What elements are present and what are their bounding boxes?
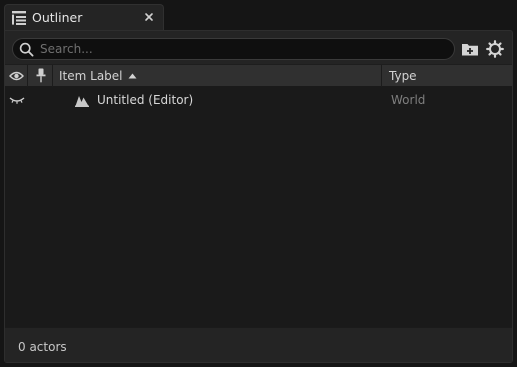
eye-closed-icon[interactable]: [9, 94, 25, 106]
actor-count: 0 actors: [18, 340, 67, 354]
column-item-label[interactable]: Item Label: [53, 65, 382, 87]
column-header: Item Label Type: [5, 64, 512, 87]
world-level-icon: [75, 96, 89, 107]
tab-outliner[interactable]: Outliner: [4, 4, 164, 31]
sort-ascending-icon: [128, 73, 137, 79]
add-folder-icon[interactable]: [460, 39, 480, 59]
row-type: World: [391, 93, 426, 107]
column-pin[interactable]: [28, 65, 53, 87]
pin-icon: [36, 68, 46, 83]
outliner-window: Outliner Search... Item Label Type Untit…: [0, 0, 517, 367]
column-item-label-text: Item Label: [59, 69, 123, 83]
search-input[interactable]: [40, 40, 440, 58]
outliner-panel: Item Label Type Untitled (Editor): [4, 30, 513, 363]
close-icon[interactable]: [141, 9, 157, 25]
column-type-text: Type: [389, 69, 417, 83]
gear-icon[interactable]: [485, 39, 505, 59]
search-box[interactable]: [12, 38, 455, 60]
tab-title: Outliner: [32, 10, 83, 25]
column-type[interactable]: Type: [382, 65, 512, 87]
tab-strip: Outliner: [0, 0, 517, 31]
actor-list: Untitled (Editor) World: [5, 87, 512, 327]
column-visibility[interactable]: [5, 65, 28, 87]
outliner-list-icon: [12, 11, 26, 25]
eye-icon: [9, 71, 24, 81]
status-bar: 0 actors: [5, 327, 512, 362]
search-icon: [19, 42, 34, 57]
table-row[interactable]: Untitled (Editor) World: [5, 89, 512, 111]
row-label: Untitled (Editor): [97, 93, 194, 107]
